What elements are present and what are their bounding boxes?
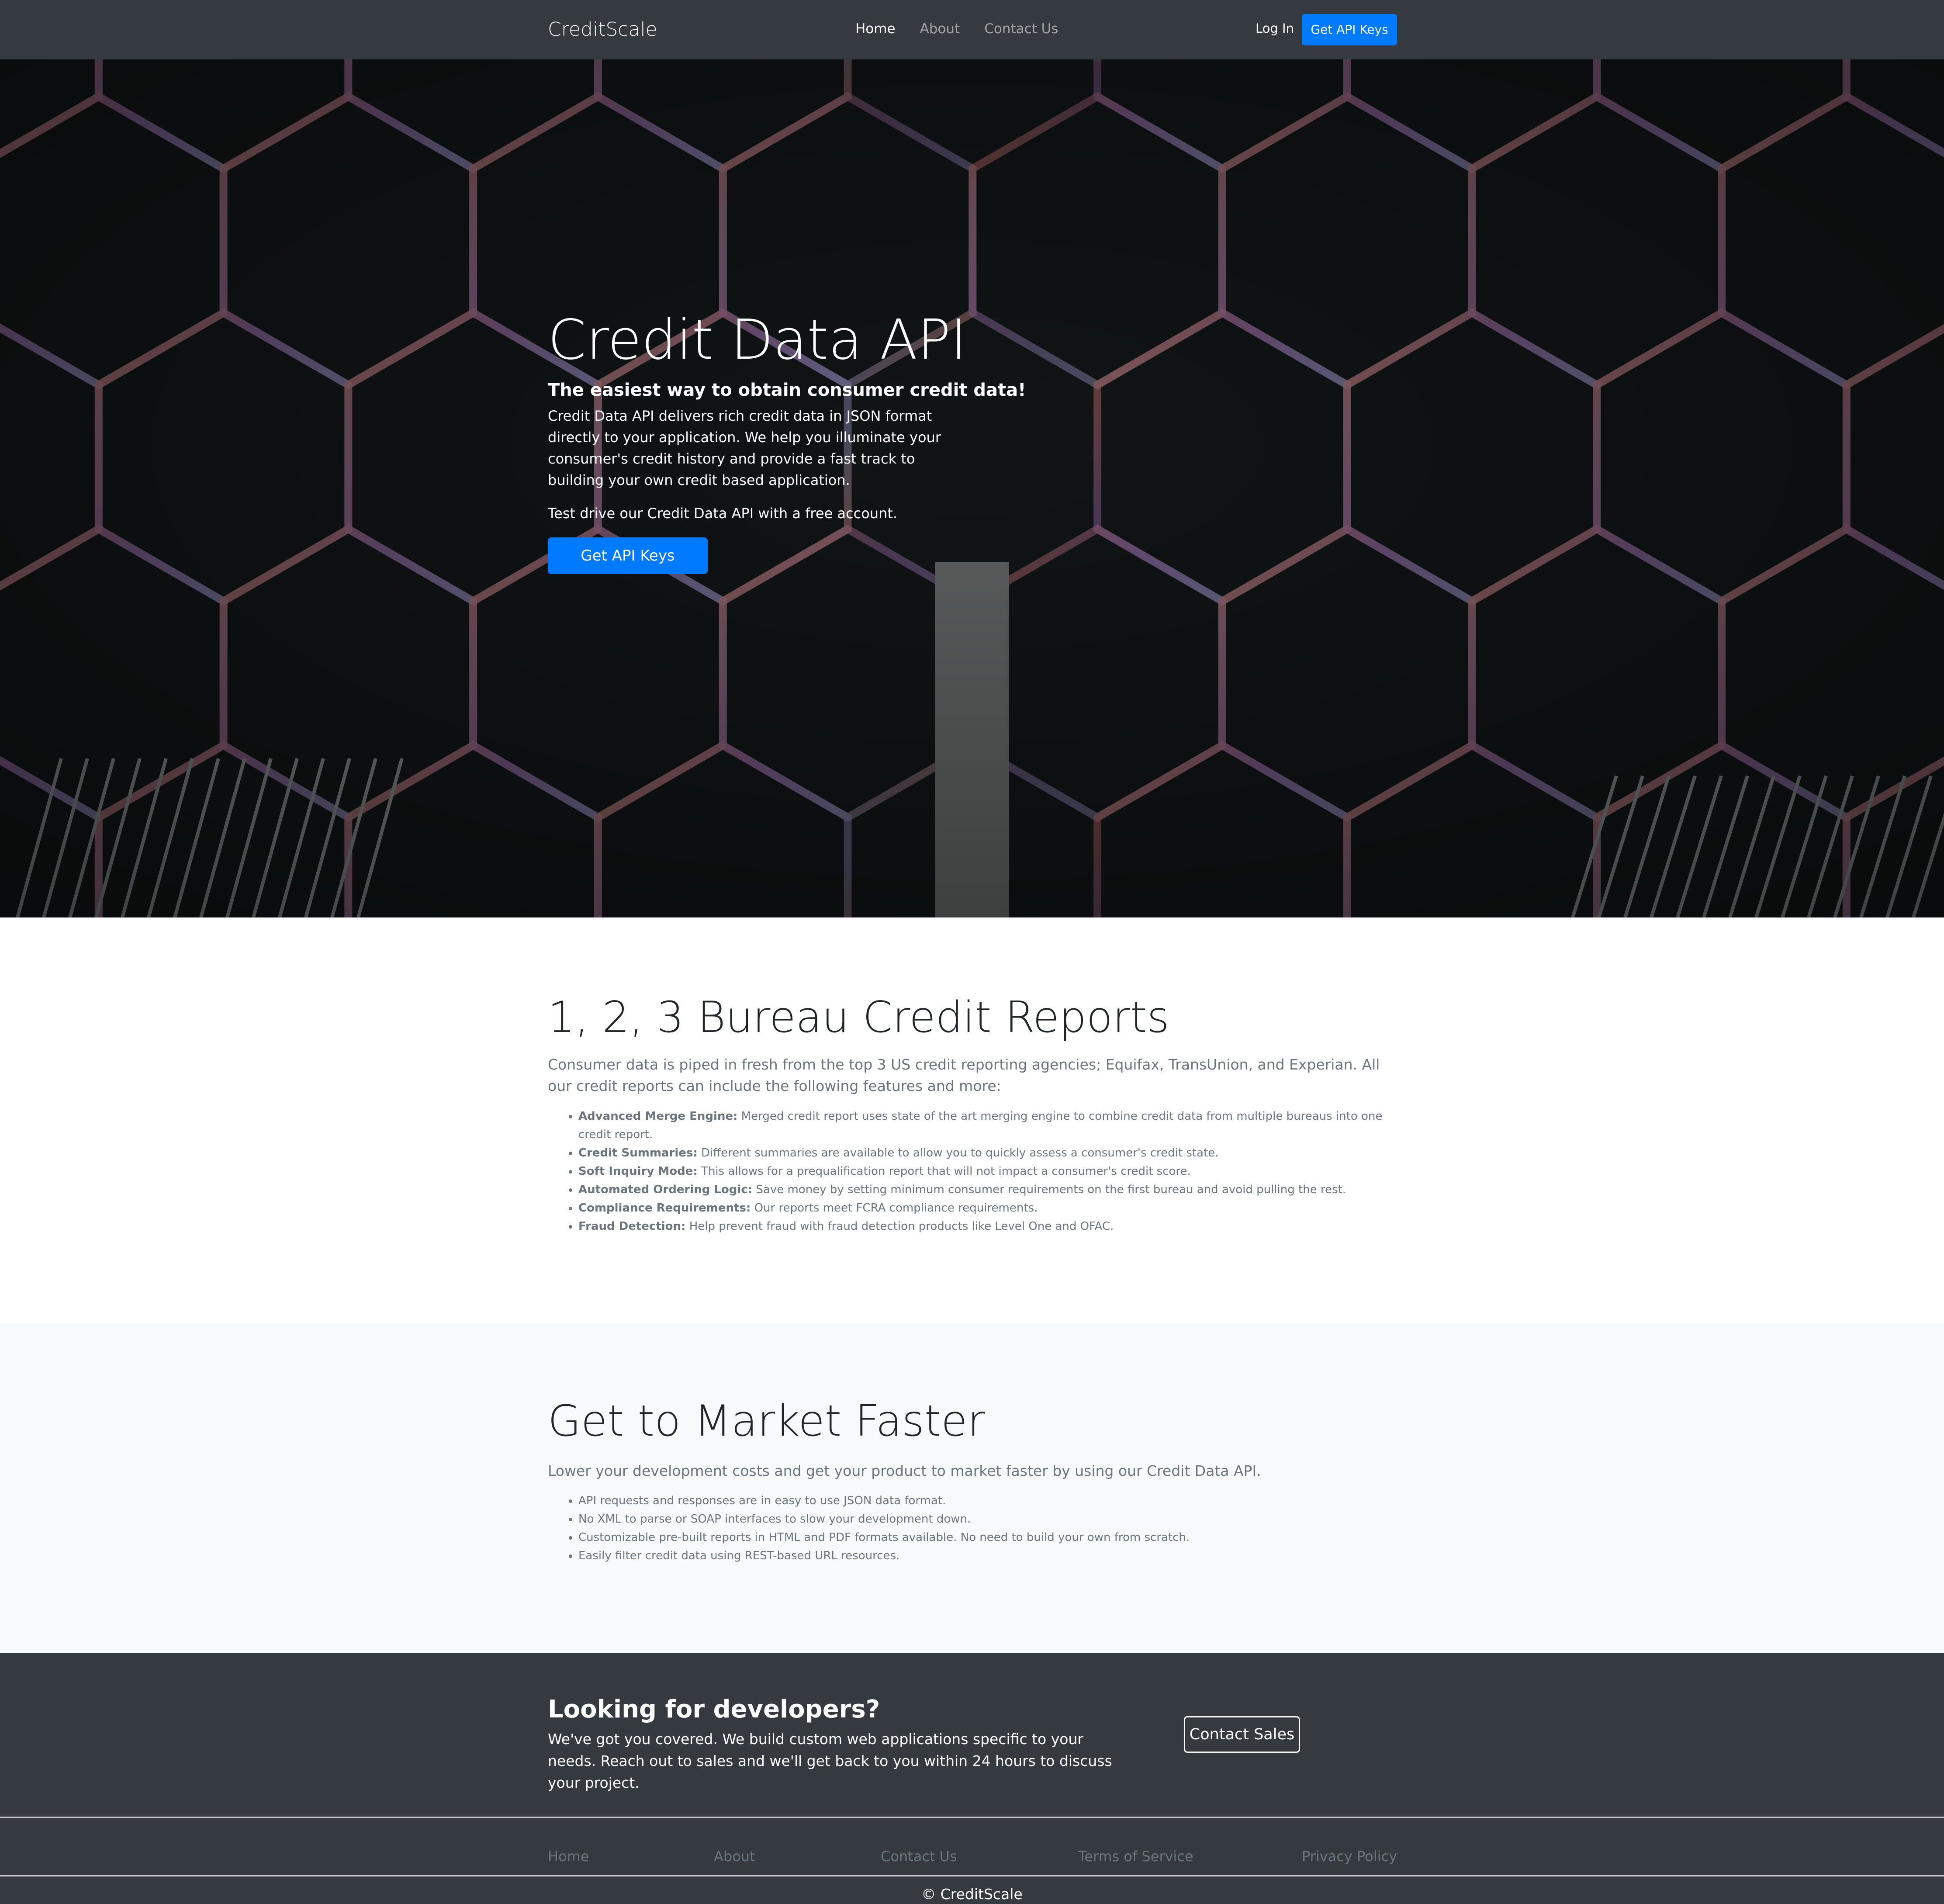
nav-links: Home About Contact Us <box>855 21 1058 37</box>
nav-get-api-keys-button[interactable]: Get API Keys <box>1302 14 1397 45</box>
list-item: No XML to parse or SOAP interfaces to sl… <box>578 1510 1404 1528</box>
market-list: API requests and responses are in easy t… <box>548 1492 1404 1565</box>
nav-about-link[interactable]: About <box>920 21 960 37</box>
list-item: Compliance Requirements: Our reports mee… <box>578 1199 1404 1217</box>
top-navbar: CreditScale Home About Contact Us Log In… <box>0 0 1944 59</box>
hero-section: Credit Data API The easiest way to obtai… <box>0 59 1944 917</box>
hero-background-image <box>0 59 1944 917</box>
hero-vignette <box>0 59 1944 917</box>
list-item: Credit Summaries: Different summaries ar… <box>578 1144 1404 1162</box>
brand-logo[interactable]: CreditScale <box>548 18 657 41</box>
reports-title: 1, 2, 3 Bureau Credit Reports <box>548 993 1169 1042</box>
list-item: Advanced Merge Engine: Merged credit rep… <box>578 1107 1404 1144</box>
footer-contact-link[interactable]: Contact Us <box>881 1848 957 1865</box>
list-item: Easily filter credit data using REST-bas… <box>578 1547 1404 1565</box>
footer-privacy-link[interactable]: Privacy Policy <box>1302 1848 1397 1865</box>
hero-description: Credit Data API delivers rich credit dat… <box>548 408 941 488</box>
nav-contact-link[interactable]: Contact Us <box>984 21 1058 37</box>
list-item: Soft Inquiry Mode: This allows for a pre… <box>578 1162 1404 1180</box>
hero-get-api-keys-button[interactable]: Get API Keys <box>548 537 708 574</box>
reports-lead: Consumer data is piped in fresh from the… <box>548 1056 1380 1094</box>
footer-about-link[interactable]: About <box>714 1848 755 1865</box>
list-item: Customizable pre-built reports in HTML a… <box>578 1528 1404 1547</box>
footer-terms-link[interactable]: Terms of Service <box>1078 1848 1193 1865</box>
footer: Home About Contact Us Terms of Service P… <box>0 1817 1944 1904</box>
list-item: API requests and responses are in easy t… <box>578 1492 1404 1510</box>
footer-links: Home About Contact Us Terms of Service P… <box>548 1848 1397 1867</box>
cta-text: We've got you covered. We build custom w… <box>548 1731 1112 1791</box>
features-list: Advanced Merge Engine: Merged credit rep… <box>548 1107 1404 1236</box>
footer-home-link[interactable]: Home <box>548 1848 589 1865</box>
bureau-reports-section: 1, 2, 3 Bureau Credit Reports Consumer d… <box>0 917 1944 1324</box>
footer-divider <box>0 1817 1944 1818</box>
copyright-text: © CreditScale <box>921 1886 1023 1903</box>
list-item: Fraud Detection: Help prevent fraud with… <box>578 1217 1404 1236</box>
hero-free-account-text: Test drive our Credit Data API with a fr… <box>548 505 898 522</box>
list-item: Automated Ordering Logic: Save money by … <box>578 1180 1404 1199</box>
developers-cta-section: Looking for developers? We've got you co… <box>0 1653 1944 1817</box>
market-lead: Lower your development costs and get you… <box>548 1462 1261 1479</box>
market-title: Get to Market Faster <box>548 1396 985 1446</box>
login-link[interactable]: Log In <box>1256 21 1294 36</box>
footer-divider <box>0 1875 1944 1876</box>
contact-sales-button[interactable]: Contact Sales <box>1184 1716 1300 1753</box>
hero-title: Credit Data API <box>548 308 967 372</box>
hero-subtitle: The easiest way to obtain consumer credi… <box>548 380 1026 400</box>
nav-home-link[interactable]: Home <box>855 21 896 37</box>
market-faster-section: Get to Market Faster Lower your developm… <box>0 1324 1944 1653</box>
cta-title: Looking for developers? <box>548 1695 880 1724</box>
